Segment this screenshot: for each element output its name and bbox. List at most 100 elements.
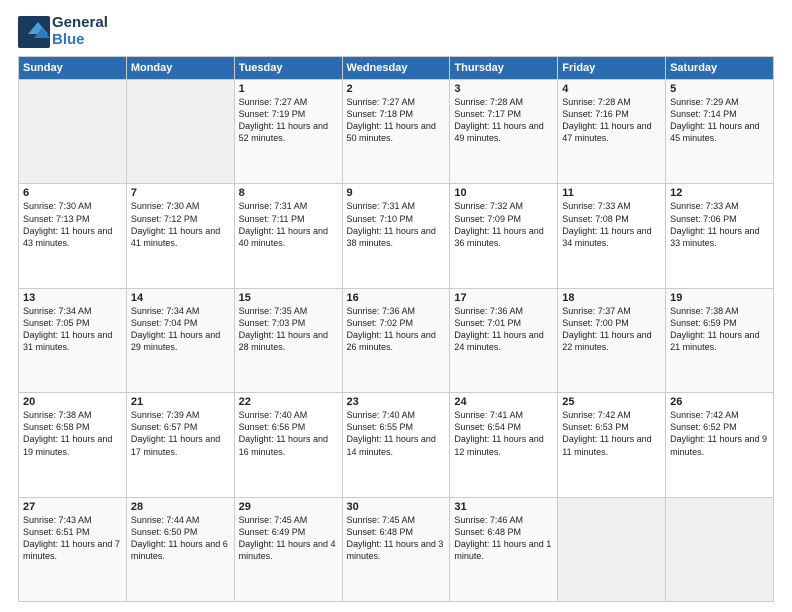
day-info: Sunrise: 7:42 AMSunset: 6:52 PMDaylight:… bbox=[670, 409, 769, 458]
calendar-cell: 31Sunrise: 7:46 AMSunset: 6:48 PMDayligh… bbox=[450, 497, 558, 601]
day-info: Sunrise: 7:30 AMSunset: 7:13 PMDaylight:… bbox=[23, 200, 122, 249]
day-info: Sunrise: 7:28 AMSunset: 7:16 PMDaylight:… bbox=[562, 96, 661, 145]
calendar-cell: 25Sunrise: 7:42 AMSunset: 6:53 PMDayligh… bbox=[558, 393, 666, 497]
calendar-cell bbox=[558, 497, 666, 601]
calendar-cell: 13Sunrise: 7:34 AMSunset: 7:05 PMDayligh… bbox=[19, 288, 127, 392]
day-info: Sunrise: 7:45 AMSunset: 6:48 PMDaylight:… bbox=[347, 514, 446, 563]
day-info: Sunrise: 7:34 AMSunset: 7:05 PMDaylight:… bbox=[23, 305, 122, 354]
day-info: Sunrise: 7:32 AMSunset: 7:09 PMDaylight:… bbox=[454, 200, 553, 249]
calendar-cell: 26Sunrise: 7:42 AMSunset: 6:52 PMDayligh… bbox=[666, 393, 774, 497]
calendar-cell: 29Sunrise: 7:45 AMSunset: 6:49 PMDayligh… bbox=[234, 497, 342, 601]
day-info: Sunrise: 7:29 AMSunset: 7:14 PMDaylight:… bbox=[670, 96, 769, 145]
day-info: Sunrise: 7:43 AMSunset: 6:51 PMDaylight:… bbox=[23, 514, 122, 563]
calendar-cell: 28Sunrise: 7:44 AMSunset: 6:50 PMDayligh… bbox=[126, 497, 234, 601]
col-header-saturday: Saturday bbox=[666, 57, 774, 80]
day-info: Sunrise: 7:40 AMSunset: 6:56 PMDaylight:… bbox=[239, 409, 338, 458]
col-header-thursday: Thursday bbox=[450, 57, 558, 80]
day-number: 7 bbox=[131, 187, 230, 199]
calendar-cell: 22Sunrise: 7:40 AMSunset: 6:56 PMDayligh… bbox=[234, 393, 342, 497]
day-info: Sunrise: 7:31 AMSunset: 7:10 PMDaylight:… bbox=[347, 200, 446, 249]
day-number: 9 bbox=[347, 187, 446, 199]
col-header-wednesday: Wednesday bbox=[342, 57, 450, 80]
calendar-cell bbox=[126, 80, 234, 184]
calendar-table: SundayMondayTuesdayWednesdayThursdayFrid… bbox=[18, 56, 774, 602]
day-number: 2 bbox=[347, 83, 446, 95]
day-number: 19 bbox=[670, 292, 769, 304]
day-info: Sunrise: 7:42 AMSunset: 6:53 PMDaylight:… bbox=[562, 409, 661, 458]
day-number: 15 bbox=[239, 292, 338, 304]
calendar-week-2: 6Sunrise: 7:30 AMSunset: 7:13 PMDaylight… bbox=[19, 184, 774, 288]
day-number: 16 bbox=[347, 292, 446, 304]
day-number: 22 bbox=[239, 396, 338, 408]
calendar-cell bbox=[19, 80, 127, 184]
calendar-cell: 17Sunrise: 7:36 AMSunset: 7:01 PMDayligh… bbox=[450, 288, 558, 392]
day-number: 29 bbox=[239, 501, 338, 513]
day-number: 11 bbox=[562, 187, 661, 199]
calendar-cell: 21Sunrise: 7:39 AMSunset: 6:57 PMDayligh… bbox=[126, 393, 234, 497]
day-number: 17 bbox=[454, 292, 553, 304]
calendar-header-row: SundayMondayTuesdayWednesdayThursdayFrid… bbox=[19, 57, 774, 80]
col-header-tuesday: Tuesday bbox=[234, 57, 342, 80]
day-info: Sunrise: 7:45 AMSunset: 6:49 PMDaylight:… bbox=[239, 514, 338, 563]
day-number: 18 bbox=[562, 292, 661, 304]
calendar-cell: 5Sunrise: 7:29 AMSunset: 7:14 PMDaylight… bbox=[666, 80, 774, 184]
calendar-cell: 16Sunrise: 7:36 AMSunset: 7:02 PMDayligh… bbox=[342, 288, 450, 392]
calendar-cell: 10Sunrise: 7:32 AMSunset: 7:09 PMDayligh… bbox=[450, 184, 558, 288]
calendar-week-1: 1Sunrise: 7:27 AMSunset: 7:19 PMDaylight… bbox=[19, 80, 774, 184]
calendar-cell: 4Sunrise: 7:28 AMSunset: 7:16 PMDaylight… bbox=[558, 80, 666, 184]
calendar-cell: 11Sunrise: 7:33 AMSunset: 7:08 PMDayligh… bbox=[558, 184, 666, 288]
calendar-cell: 19Sunrise: 7:38 AMSunset: 6:59 PMDayligh… bbox=[666, 288, 774, 392]
day-info: Sunrise: 7:46 AMSunset: 6:48 PMDaylight:… bbox=[454, 514, 553, 563]
day-number: 5 bbox=[670, 83, 769, 95]
day-number: 13 bbox=[23, 292, 122, 304]
day-number: 8 bbox=[239, 187, 338, 199]
day-info: Sunrise: 7:31 AMSunset: 7:11 PMDaylight:… bbox=[239, 200, 338, 249]
day-number: 24 bbox=[454, 396, 553, 408]
day-number: 4 bbox=[562, 83, 661, 95]
calendar-cell: 18Sunrise: 7:37 AMSunset: 7:00 PMDayligh… bbox=[558, 288, 666, 392]
day-info: Sunrise: 7:34 AMSunset: 7:04 PMDaylight:… bbox=[131, 305, 230, 354]
day-info: Sunrise: 7:41 AMSunset: 6:54 PMDaylight:… bbox=[454, 409, 553, 458]
calendar-cell: 9Sunrise: 7:31 AMSunset: 7:10 PMDaylight… bbox=[342, 184, 450, 288]
day-info: Sunrise: 7:33 AMSunset: 7:06 PMDaylight:… bbox=[670, 200, 769, 249]
calendar-cell: 6Sunrise: 7:30 AMSunset: 7:13 PMDaylight… bbox=[19, 184, 127, 288]
calendar-week-5: 27Sunrise: 7:43 AMSunset: 6:51 PMDayligh… bbox=[19, 497, 774, 601]
day-number: 25 bbox=[562, 396, 661, 408]
calendar-cell: 27Sunrise: 7:43 AMSunset: 6:51 PMDayligh… bbox=[19, 497, 127, 601]
logo: General Blue bbox=[18, 15, 108, 48]
day-info: Sunrise: 7:35 AMSunset: 7:03 PMDaylight:… bbox=[239, 305, 338, 354]
day-number: 30 bbox=[347, 501, 446, 513]
day-number: 1 bbox=[239, 83, 338, 95]
day-number: 23 bbox=[347, 396, 446, 408]
day-number: 26 bbox=[670, 396, 769, 408]
day-number: 28 bbox=[131, 501, 230, 513]
col-header-friday: Friday bbox=[558, 57, 666, 80]
day-info: Sunrise: 7:27 AMSunset: 7:18 PMDaylight:… bbox=[347, 96, 446, 145]
day-info: Sunrise: 7:44 AMSunset: 6:50 PMDaylight:… bbox=[131, 514, 230, 563]
day-info: Sunrise: 7:28 AMSunset: 7:17 PMDaylight:… bbox=[454, 96, 553, 145]
calendar-cell: 1Sunrise: 7:27 AMSunset: 7:19 PMDaylight… bbox=[234, 80, 342, 184]
logo-general: General bbox=[52, 15, 108, 32]
day-number: 12 bbox=[670, 187, 769, 199]
calendar-cell: 15Sunrise: 7:35 AMSunset: 7:03 PMDayligh… bbox=[234, 288, 342, 392]
day-info: Sunrise: 7:37 AMSunset: 7:00 PMDaylight:… bbox=[562, 305, 661, 354]
day-number: 14 bbox=[131, 292, 230, 304]
calendar-cell: 8Sunrise: 7:31 AMSunset: 7:11 PMDaylight… bbox=[234, 184, 342, 288]
calendar-cell: 7Sunrise: 7:30 AMSunset: 7:12 PMDaylight… bbox=[126, 184, 234, 288]
day-info: Sunrise: 7:39 AMSunset: 6:57 PMDaylight:… bbox=[131, 409, 230, 458]
calendar-cell: 12Sunrise: 7:33 AMSunset: 7:06 PMDayligh… bbox=[666, 184, 774, 288]
calendar-week-4: 20Sunrise: 7:38 AMSunset: 6:58 PMDayligh… bbox=[19, 393, 774, 497]
col-header-monday: Monday bbox=[126, 57, 234, 80]
calendar-cell: 3Sunrise: 7:28 AMSunset: 7:17 PMDaylight… bbox=[450, 80, 558, 184]
day-number: 3 bbox=[454, 83, 553, 95]
calendar-week-3: 13Sunrise: 7:34 AMSunset: 7:05 PMDayligh… bbox=[19, 288, 774, 392]
calendar-cell: 30Sunrise: 7:45 AMSunset: 6:48 PMDayligh… bbox=[342, 497, 450, 601]
day-info: Sunrise: 7:30 AMSunset: 7:12 PMDaylight:… bbox=[131, 200, 230, 249]
calendar-cell bbox=[666, 497, 774, 601]
day-number: 6 bbox=[23, 187, 122, 199]
day-info: Sunrise: 7:33 AMSunset: 7:08 PMDaylight:… bbox=[562, 200, 661, 249]
day-number: 27 bbox=[23, 501, 122, 513]
col-header-sunday: Sunday bbox=[19, 57, 127, 80]
logo-blue: Blue bbox=[52, 32, 108, 49]
day-info: Sunrise: 7:36 AMSunset: 7:02 PMDaylight:… bbox=[347, 305, 446, 354]
